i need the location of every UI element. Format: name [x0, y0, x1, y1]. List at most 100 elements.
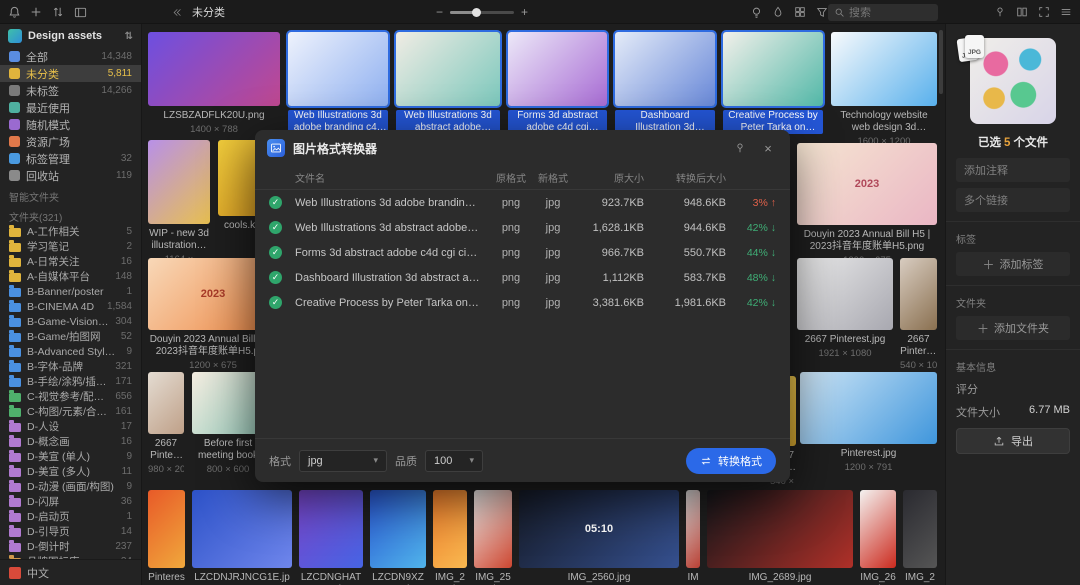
sidebar-folder[interactable]: D-人设17 — [0, 419, 141, 434]
grid-card[interactable]: 2667 Pinteres…980 × 2008 — [148, 372, 184, 475]
library-switcher[interactable]: Design assets ⇅ — [0, 24, 141, 48]
grid-card[interactable]: Pinterest.png — [148, 490, 185, 585]
converter-row[interactable]: ✓Web Illustrations 3d abstract adobe bra… — [255, 215, 790, 240]
columns-layout-icon[interactable] — [1012, 2, 1032, 22]
sidebar-item-plaza[interactable]: 资源广场 — [0, 133, 141, 150]
add-icon[interactable] — [26, 2, 46, 22]
grid-card[interactable]: 2023Douyin 2023 Annual Bill H5 | 2023抖音年… — [797, 143, 937, 266]
sidebar-folder[interactable]: D-概念画16 — [0, 434, 141, 449]
zoom-out-icon[interactable]: − — [436, 5, 443, 19]
links-field[interactable]: 多个链接 — [956, 188, 1070, 212]
thumbnail-image[interactable] — [370, 490, 426, 568]
grid-card[interactable]: IMG_2259.jpg — [433, 490, 467, 585]
sidebar-folder[interactable]: B-Banner/poster1 — [0, 284, 141, 299]
thumbnail-image[interactable] — [299, 490, 363, 568]
export-button[interactable]: 导出 — [956, 428, 1070, 454]
sidebar-folder[interactable]: C-视觉参考/配色/后期/…656 — [0, 389, 141, 404]
add-tag-button[interactable]: ＋ 添加标签 — [956, 252, 1070, 276]
sidebar-item-recent[interactable]: 最近使用 — [0, 99, 141, 116]
sidebar-folder[interactable]: B-Game/拍图网52 — [0, 329, 141, 344]
pin-icon[interactable] — [990, 2, 1010, 22]
sort-updown-icon[interactable] — [48, 2, 68, 22]
sidebar-item-trash[interactable]: 回收站119 — [0, 167, 141, 184]
grid-card[interactable]: Technology website web design 3d brandin… — [831, 32, 937, 147]
smart-folder-section-label[interactable]: 智能文件夹 — [0, 189, 141, 204]
language-label[interactable]: 中文 — [27, 565, 49, 581]
grid-card[interactable]: Dashboard Illustration 3d abstract adobe… — [615, 32, 715, 134]
sidebar-folder[interactable]: D-闪屏36 — [0, 494, 141, 509]
fullscreen-icon[interactable] — [1034, 2, 1054, 22]
sidebar-folder[interactable]: A-日常关注16 — [0, 254, 141, 269]
search-box[interactable] — [828, 4, 938, 21]
sidebar-folder[interactable]: A-自媒体平台148 — [0, 269, 141, 284]
zoom-in-icon[interactable]: + — [521, 5, 528, 19]
sidebar-folder[interactable]: B-CINEMA 4D1,584 — [0, 299, 141, 314]
sidebar-folder[interactable]: C-构图/元素/合成展示/161 — [0, 404, 141, 419]
sidebar-item-tag-manage[interactable]: 标签管理32 — [0, 150, 141, 167]
active-tab[interactable]: 未分类 — [166, 0, 225, 24]
sidebar-footer[interactable]: 中文 — [0, 559, 141, 585]
grid-view-icon[interactable] — [790, 2, 810, 22]
grid-card[interactable]: WIP - new 3d illustration…1164 × — [148, 140, 210, 265]
sidebar-folder[interactable]: D-启动页1 — [0, 509, 141, 524]
grid-card[interactable]: Web Illustrations 3d adobe branding c4d … — [288, 32, 388, 134]
thumbnail-image[interactable] — [508, 32, 607, 106]
sidebar-folder[interactable]: D-倒计时237 — [0, 539, 141, 554]
format-select[interactable]: jpg ▾ — [299, 450, 387, 472]
annotation-input[interactable]: 添加注释 — [956, 158, 1070, 182]
converter-row[interactable]: ✓Forms 3d abstract adobe c4d cgi cinema4… — [255, 240, 790, 265]
thumbnail-image[interactable] — [192, 372, 264, 434]
grid-card[interactable]: IMG_2541.jpg — [474, 490, 512, 585]
thumbnail-image[interactable] — [707, 490, 853, 568]
sidebar-folder[interactable]: D-引导页14 — [0, 524, 141, 539]
thumbnail-image[interactable] — [474, 490, 512, 568]
thumbnail-image[interactable]: 2023 — [797, 143, 937, 225]
thumbnail-image[interactable] — [686, 490, 700, 568]
sidebar-panel-icon[interactable] — [70, 2, 90, 22]
sidebar-item-uncategorized[interactable]: 未分类5,811 — [0, 65, 141, 82]
thumbnail-image[interactable] — [723, 32, 823, 106]
thumbnail-image[interactable] — [797, 258, 893, 330]
thumbnail-image[interactable]: 05:10 — [519, 490, 679, 568]
folder-section-label[interactable]: 文件夹(321) — [0, 209, 141, 224]
grid-card[interactable]: Web Illustrations 3d abstract adobe bran… — [396, 32, 500, 134]
converter-row[interactable]: ✓Dashboard Illustration 3d abstract adob… — [255, 265, 790, 290]
grid-card[interactable]: LZSBZADFLK20U.png1400 × 788 — [148, 32, 280, 135]
color-droplet-icon[interactable] — [768, 2, 788, 22]
grid-card[interactable]: Forms 3d abstract adobe c4d cgi cinema4d… — [508, 32, 607, 134]
sidebar-item-all[interactable]: 全部14,348 — [0, 48, 141, 65]
grid-card[interactable]: LZCDNGHATT3Q3.j… — [299, 490, 363, 585]
search-input[interactable] — [849, 7, 931, 19]
converter-row[interactable]: ✓Creative Process by Peter Tarka on Drib… — [255, 290, 790, 315]
sidebar-folder[interactable]: 学习笔记2 — [0, 239, 141, 254]
thumbnail-image[interactable] — [860, 490, 896, 568]
thumbnail-image[interactable] — [148, 32, 280, 106]
thumbnail-image[interactable] — [396, 32, 500, 106]
tab-label[interactable]: 未分类 — [192, 4, 225, 20]
thumbnail-image[interactable] — [148, 140, 210, 224]
collapse-left-icon[interactable] — [166, 2, 186, 22]
zoom-knob[interactable] — [472, 8, 481, 17]
sidebar-folder[interactable]: D-美宣 (多人)11 — [0, 464, 141, 479]
lightbulb-icon[interactable] — [746, 2, 766, 22]
grid-card[interactable]: IMG_2… — [686, 490, 700, 585]
grid-card[interactable]: 05:10IMG_2560.jpg — [519, 490, 679, 584]
add-folder-button[interactable]: ＋ 添加文件夹 — [956, 316, 1070, 340]
grid-card[interactable]: Creative Process by Peter Tarka on Dribb… — [723, 32, 823, 134]
converter-row[interactable]: ✓Web Illustrations 3d adobe branding c4d… — [255, 190, 790, 215]
thumbnail-image[interactable] — [903, 490, 937, 568]
sidebar-folder[interactable]: D-美宣 (单人)9 — [0, 449, 141, 464]
convert-button[interactable]: 转换格式 — [686, 448, 776, 474]
grid-card[interactable]: 2667 Pinteres…540 × 1080 — [900, 258, 937, 371]
menu-icon[interactable] — [1056, 2, 1076, 22]
thumbnail-image[interactable] — [433, 490, 467, 568]
thumbnail-image[interactable] — [800, 372, 937, 444]
grid-card[interactable]: IMG_2689.jpg — [707, 490, 853, 584]
grid-card[interactable]: Pinterest.jpg1200 × 791 — [800, 372, 937, 473]
sidebar-folder[interactable]: B-手绘/涂鸦/插画设计/…171 — [0, 374, 141, 389]
quality-select[interactable]: 100 ▾ — [425, 450, 483, 472]
sidebar-folder[interactable]: A-工作相关5 — [0, 224, 141, 239]
thumbnail-image[interactable] — [831, 32, 937, 106]
grid-card[interactable]: IMG_269… — [903, 490, 937, 585]
library-switch-arrows-icon[interactable]: ⇅ — [125, 31, 133, 42]
